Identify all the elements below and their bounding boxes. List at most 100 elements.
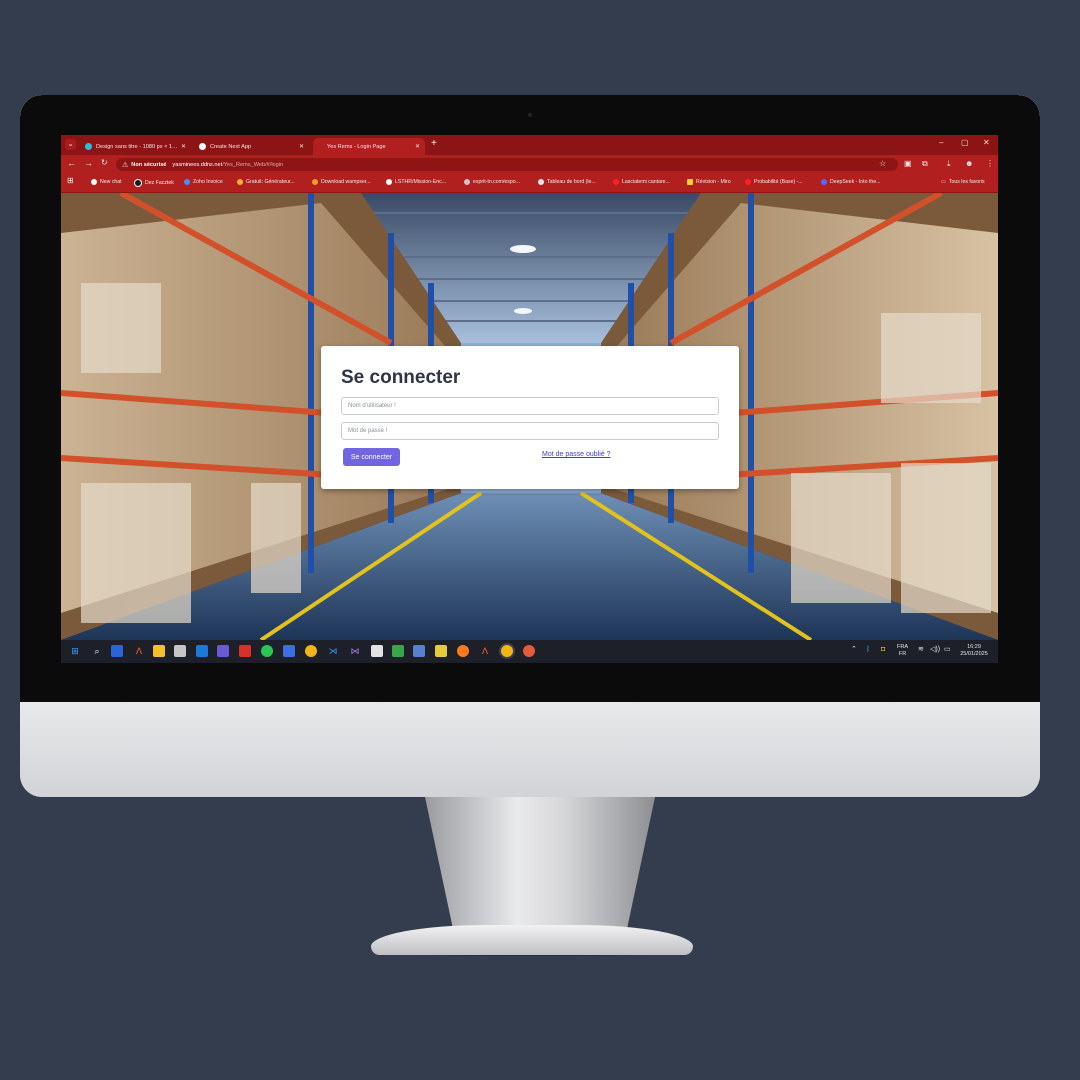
login-card: Se connecter Nom d'utilisateur ! Mot de … <box>321 346 739 489</box>
bookmark-item[interactable]: New chat <box>91 179 122 185</box>
login-button[interactable]: Se connecter <box>343 448 400 466</box>
bookmark-item[interactable]: Tableau de bord (le... <box>538 179 596 185</box>
search-icon[interactable]: ⌕ <box>91 645 103 657</box>
url-path: /Yes_Rems_Web/#/login <box>222 161 284 168</box>
file-explorer-icon[interactable] <box>153 645 165 657</box>
app-icon[interactable] <box>392 645 404 657</box>
bluetooth-icon[interactable]: ᛒ <box>866 646 870 654</box>
tab-search-button[interactable]: ⌄ <box>65 139 76 150</box>
bookmark-favicon-icon <box>134 179 142 187</box>
screen: ⌄ Design sans titre - 1080 px × 1… ✕ Cre… <box>61 135 998 663</box>
canva-icon <box>85 143 92 150</box>
browser-toolbar: ← → ↻ ⚠ Non sécurisé yasminees.ddns.net /… <box>61 155 998 174</box>
app-icon[interactable]: Λ <box>479 645 491 657</box>
document-icon <box>464 179 470 185</box>
security-label[interactable]: Non sécurisé <box>131 162 166 168</box>
tab-label: Create Next App <box>210 143 252 150</box>
tab-login-page[interactable]: Yes Rems - Login Page ✕ <box>313 138 425 155</box>
app-icon[interactable] <box>435 645 447 657</box>
bookmark-item[interactable]: Download wampser... <box>312 179 371 185</box>
tab-label: Design sans titre - 1080 px × 1… <box>96 143 178 150</box>
puzzle-icon[interactable]: ⧉ <box>922 159 928 169</box>
address-bar[interactable]: ⚠ Non sécurisé yasminees.ddns.net/Yes_Re… <box>116 158 898 171</box>
menu-kebab-icon[interactable]: ⋮ <box>986 159 994 168</box>
monitor-chin <box>20 702 1040 797</box>
bookmark-item[interactable]: LSTHR/Mission-Enc... <box>386 179 446 185</box>
camera-dot <box>528 113 532 117</box>
forward-arrow-icon[interactable]: → <box>84 158 93 168</box>
apps-grid-icon[interactable]: ⊞ <box>67 176 74 185</box>
nextjs-icon <box>199 143 206 150</box>
app-icon[interactable] <box>239 645 251 657</box>
close-window-button[interactable]: ✕ <box>983 138 990 147</box>
miro-icon <box>687 179 693 185</box>
teams-icon[interactable] <box>217 645 229 657</box>
bookmark-item[interactable]: Lasciatemi cantare... <box>613 179 670 185</box>
app-icon[interactable] <box>413 645 425 657</box>
tab-label: Yes Rems - Login Page <box>327 143 386 150</box>
visual-studio-icon[interactable]: ⋈ <box>349 645 361 657</box>
battery-icon[interactable]: ▭ <box>944 646 951 654</box>
github-icon <box>386 179 392 185</box>
maximize-button[interactable]: ▢ <box>961 138 969 147</box>
app-icon[interactable] <box>111 645 123 657</box>
wifi-icon[interactable]: ≋ <box>918 646 924 654</box>
login-page: Se connecter Nom d'utilisateur ! Mot de … <box>61 193 998 640</box>
tab-design[interactable]: Design sans titre - 1080 px × 1… ✕ <box>79 138 191 155</box>
outlook-icon[interactable] <box>196 645 208 657</box>
windows-start-icon[interactable]: ⊞ <box>69 645 81 657</box>
chrome-profile-icon[interactable] <box>523 645 535 657</box>
login-title: Se connecter <box>341 367 461 388</box>
monitor-stand-neck <box>425 797 655 927</box>
zoho-icon <box>184 179 190 185</box>
profile-avatar-icon[interactable]: ☻ <box>965 159 973 168</box>
bookmark-item[interactable]: Zoho Invoice <box>184 179 223 185</box>
bookmark-favicon-icon <box>237 179 243 185</box>
url-host: yasminees.ddns.net <box>172 161 223 168</box>
username-input[interactable]: Nom d'utilisateur ! <box>341 397 719 415</box>
chatgpt-icon <box>91 179 97 185</box>
bookmarks-bar: ⊞ New chat Dez Facztek Zoho Invoice Grat… <box>61 174 998 193</box>
tab-create-next-app[interactable]: Create Next App ✕ <box>193 138 309 155</box>
clock[interactable]: 16:29 25/01/2025 <box>958 644 990 657</box>
extension-icon[interactable]: ▣ <box>904 159 912 168</box>
warning-icon: ⚠ <box>122 161 129 169</box>
close-icon[interactable]: ✕ <box>415 143 420 150</box>
bookmark-item[interactable]: DeepSeek - Into the... <box>821 179 880 185</box>
language-indicator[interactable]: FRA FR <box>897 644 908 657</box>
download-icon[interactable]: ⤓ <box>947 159 951 169</box>
app-icon[interactable] <box>283 645 295 657</box>
bookmark-item[interactable]: Révision - Miro <box>687 179 731 185</box>
chrome-icon[interactable] <box>501 645 513 657</box>
bookmark-item[interactable]: Gratuit: Générateur... <box>237 179 295 185</box>
youtube-icon <box>745 179 751 185</box>
minimize-button[interactable]: – <box>939 138 943 147</box>
windows-taskbar: ⊞ ⌕ Λ ⋊ ⋈ Λ ⌃ ᛒ ◘ FRA FR ≋ ◁)) ▭ 16:29 25/… <box>61 640 998 663</box>
new-tab-button[interactable]: + <box>431 138 437 149</box>
folder-icon: ▭ <box>941 179 946 185</box>
monitor-stand-base <box>371 925 693 955</box>
firefox-icon[interactable] <box>457 645 469 657</box>
back-arrow-icon[interactable]: ← <box>67 158 76 168</box>
password-input[interactable]: Mot de passe ! <box>341 422 719 440</box>
forgot-password-link[interactable]: Mot de passe oublié ? <box>542 451 611 458</box>
bookmark-item[interactable]: esprit-tn.com/espo... <box>464 179 520 185</box>
notepad-icon[interactable] <box>371 645 383 657</box>
reload-icon[interactable]: ↻ <box>101 158 108 167</box>
chrome-icon[interactable] <box>305 645 317 657</box>
bookmark-star-icon[interactable]: ☆ <box>879 159 886 168</box>
bookmark-item[interactable]: Probabilité (Base) -... <box>745 179 803 185</box>
app-icon[interactable]: Λ <box>133 645 145 657</box>
close-icon[interactable]: ✕ <box>181 143 186 150</box>
chevron-up-icon[interactable]: ⌃ <box>851 646 857 654</box>
app-tray-icon[interactable]: ◘ <box>881 646 885 654</box>
youtube-icon <box>613 179 619 185</box>
whatsapp-icon[interactable] <box>261 645 273 657</box>
vscode-icon[interactable]: ⋊ <box>327 645 339 657</box>
wamp-icon <box>312 179 318 185</box>
bookmark-item[interactable]: Dez Facztek <box>134 179 174 187</box>
close-icon[interactable]: ✕ <box>299 143 304 150</box>
app-icon[interactable] <box>174 645 186 657</box>
all-bookmarks-folder[interactable]: ▭ Tous les favoris <box>941 179 985 185</box>
volume-icon[interactable]: ◁)) <box>930 646 940 654</box>
